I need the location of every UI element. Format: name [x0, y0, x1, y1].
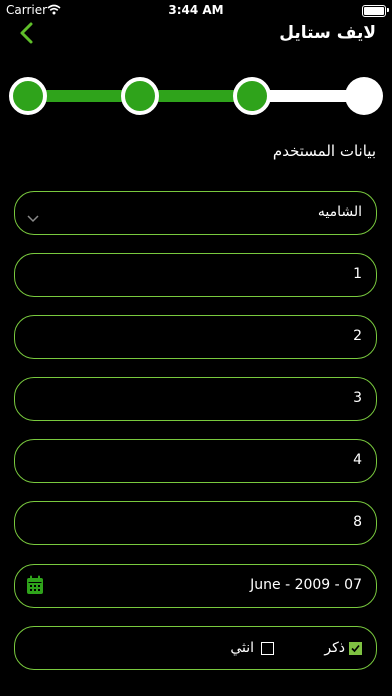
female-label: انثي: [230, 640, 254, 656]
back-chevron-icon: [20, 22, 33, 44]
battery-tip: [387, 8, 389, 12]
region-select-value: الشاميه: [317, 204, 362, 220]
section-title: بيانات المستخدم: [272, 142, 376, 160]
female-checkbox[interactable]: [261, 642, 274, 655]
gender-option-male[interactable]: ذكر: [316, 638, 376, 660]
date-field[interactable]: 07 - June - 2009: [14, 564, 377, 608]
text-field-1[interactable]: 1: [14, 253, 377, 297]
status-bar: Carrier 3:44 AM: [0, 0, 392, 22]
step-4-indicator: [345, 77, 383, 115]
text-field-1-value: 1: [353, 266, 362, 282]
page-title: لايف ستايل: [279, 23, 376, 43]
date-field-value: 07 - June - 2009: [250, 577, 362, 593]
progress-stepper: [0, 70, 392, 120]
step-2-indicator: [121, 77, 159, 115]
male-label: ذكر: [324, 640, 345, 656]
text-field-3[interactable]: 3: [14, 377, 377, 421]
checkmark-icon: [351, 644, 360, 653]
text-field-5-value: 8: [353, 514, 362, 530]
calendar-icon[interactable]: [26, 575, 44, 599]
chevron-down-icon: [27, 208, 39, 227]
text-field-4-value: 4: [353, 452, 362, 468]
back-button[interactable]: [18, 20, 38, 46]
clock: 3:44 AM: [168, 3, 224, 17]
battery-icon: [362, 5, 386, 17]
gender-option-female[interactable]: انثي: [228, 638, 288, 660]
region-select[interactable]: الشاميه: [14, 191, 377, 235]
gender-selector: ذكر انثي: [14, 626, 377, 670]
text-field-3-value: 3: [353, 390, 362, 406]
text-field-4[interactable]: 4: [14, 439, 377, 483]
nav-bar: لايف ستايل: [0, 20, 392, 48]
male-checkbox[interactable]: [349, 642, 362, 655]
step-3-indicator: [233, 77, 271, 115]
text-field-5[interactable]: 8: [14, 501, 377, 545]
text-field-2[interactable]: 2: [14, 315, 377, 359]
text-field-2-value: 2: [353, 328, 362, 344]
step-1-indicator: [9, 77, 47, 115]
